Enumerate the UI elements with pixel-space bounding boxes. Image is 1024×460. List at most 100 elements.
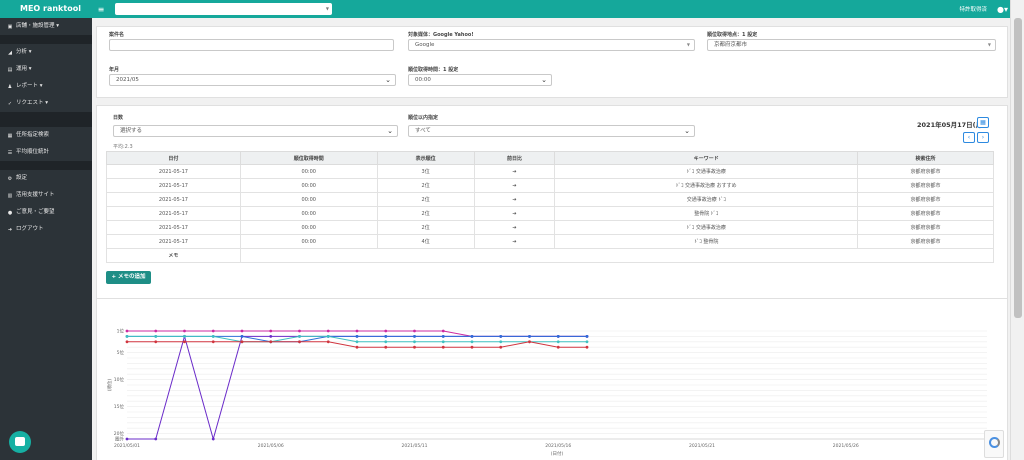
data-point — [585, 340, 589, 344]
add-memo-button[interactable]: + メモの追加 — [106, 271, 151, 284]
data-point — [154, 335, 158, 338]
sidebar-item-logout[interactable]: ➜ ログアウト — [0, 221, 92, 238]
chevron-down-icon: ⌄ — [385, 76, 391, 84]
sidebar-item-operation[interactable]: ▤ 運用 ▾ — [0, 61, 92, 78]
series-line — [127, 334, 587, 441]
data-point — [298, 335, 301, 338]
data-point — [384, 335, 388, 338]
data-point — [528, 335, 531, 338]
average-rank: 平均:2.3 — [113, 144, 133, 150]
data-point — [183, 335, 186, 338]
data-point — [326, 329, 330, 333]
x-tick-label: 2021/05/06 — [258, 443, 284, 449]
data-point — [441, 345, 445, 349]
main-content: 案件名 対象媒体：Google Yahoo! Google ▼ 順位取得地点：1 … — [96, 18, 1010, 460]
y-tick-label: 1位 — [117, 328, 125, 335]
sidebar-item-settings[interactable]: ⚙ 設定 — [0, 170, 92, 187]
chat-icon[interactable] — [9, 431, 31, 453]
memo-row: メモ — [106, 248, 995, 263]
menu-toggle-icon[interactable]: ≡ — [94, 5, 108, 14]
calendar-view-icon[interactable]: ▦ — [977, 117, 989, 128]
table-row: 2021-05-17 00:00 4位 ➔ ﾄﾞｺ 整骨院 京都府京都市 — [106, 234, 994, 249]
brand-logo[interactable]: MEO ranktool — [0, 0, 92, 18]
data-point — [499, 335, 503, 338]
y-tick-label: 10位 — [114, 376, 125, 383]
rank-table: 日付 順位取得時間 表示順位 前日比 キーワード 検索住所 2021-05-17… — [106, 151, 995, 263]
y-axis-label: (順位) — [106, 379, 113, 392]
rank-filter-select[interactable]: すべて ⌄ — [408, 125, 695, 137]
col-address: 検索住所 — [857, 151, 994, 165]
days-select[interactable]: 選択する ⌄ — [113, 125, 398, 137]
arrow-right-icon: ➔ — [473, 178, 556, 193]
data-point — [441, 329, 445, 333]
sidebar-item-store[interactable]: ▣ 店舗・施設管理 ▾ — [0, 18, 92, 35]
store-selector[interactable]: ▼ — [115, 3, 332, 15]
data-point — [240, 340, 244, 344]
days-label: 日数 — [113, 115, 124, 121]
data-point — [384, 329, 388, 333]
rank-filter-label: 順位以内指定 — [408, 115, 439, 121]
data-point — [125, 437, 129, 441]
month-select[interactable]: 2021/05 ⌄ — [109, 74, 396, 86]
col-rank: 表示順位 — [376, 151, 475, 165]
data-point — [326, 335, 330, 338]
sidebar-item-average-rank[interactable]: ☰ 平均順位統計 — [0, 144, 92, 161]
data-point — [499, 340, 503, 344]
data-point — [125, 340, 129, 344]
data-point — [585, 345, 589, 349]
data-point — [240, 329, 244, 333]
table-header-row: 日付 順位取得時間 表示順位 前日比 キーワード 検索住所 — [106, 151, 994, 165]
sidebar-item-analysis[interactable]: ◢ 分析 ▾ — [0, 44, 92, 61]
sidebar-divider — [0, 161, 92, 170]
scrollbar[interactable] — [1010, 0, 1024, 460]
next-day-icon[interactable]: › — [977, 132, 989, 143]
table-row: 2021-05-17 00:00 3位 ➔ ﾄﾞｺ 交通事故治療 京都府京都市 — [106, 164, 994, 179]
memo-cell[interactable] — [239, 248, 995, 263]
data-point — [154, 340, 158, 344]
location-label: 順位取得地点：1 設定 — [707, 32, 758, 38]
location-select[interactable]: 京都府京都市 ▼ — [707, 39, 996, 51]
store-name-input[interactable] — [109, 39, 394, 51]
filter-card: 案件名 対象媒体：Google Yahoo! Google ▼ 順位取得地点：1 … — [96, 26, 1008, 98]
data-point — [441, 340, 445, 344]
book-icon: ▥ — [7, 192, 13, 199]
scrollbar-thumb[interactable] — [1014, 18, 1022, 318]
data-point — [240, 335, 244, 338]
chart-card: 1位 5位 10位 15位 20位 圏外 2021/05/01 2021/05/06 2021/… — [96, 298, 1008, 460]
user-icon[interactable]: ●▾ — [997, 5, 1008, 14]
data-point — [355, 335, 359, 338]
rank-chart: 1位 5位 10位 15位 20位圏外2021/05/01 2021/05/06 2021/… — [106, 328, 992, 458]
chevron-down-icon: ▼ — [686, 42, 690, 47]
sidebar-item-address-search[interactable]: ▦ 任所指定検索 — [0, 127, 92, 144]
month-label: 年月 — [109, 67, 120, 73]
data-point — [154, 437, 158, 441]
sidebar-item-request[interactable]: ✓ リクエスト ▾ — [0, 95, 92, 112]
data-point — [355, 329, 359, 333]
data-point — [384, 340, 388, 344]
table-row: 2021-05-17 00:00 2位 ➔ 交通事故治療 ﾄﾞｺ 京都府京都市 — [106, 192, 994, 207]
data-point — [269, 335, 273, 338]
arrow-right-icon: ➔ — [473, 206, 556, 221]
memo-label: メモ — [106, 248, 241, 263]
sidebar-item-feedback[interactable]: ● ご意見・ご要望 — [0, 204, 92, 221]
company-name: 特許取得済 — [959, 7, 987, 13]
data-point — [528, 340, 531, 344]
data-point — [556, 335, 560, 338]
time-select[interactable]: 00:00 ⌄ — [408, 74, 552, 86]
sidebar-divider — [0, 35, 92, 44]
sidebar-divider — [0, 112, 92, 127]
media-select[interactable]: Google ▼ — [408, 39, 695, 51]
chevron-down-icon: ⌄ — [684, 127, 690, 135]
sidebar-item-report[interactable]: ♟ レポート ▾ — [0, 78, 92, 95]
logout-icon: ➜ — [7, 226, 13, 233]
recaptcha-badge[interactable] — [984, 430, 1004, 458]
sidebar-item-support-site[interactable]: ▥ 活用支援サイト — [0, 187, 92, 204]
table-row: 2021-05-17 00:00 2位 ➔ 整骨院 ﾄﾞｺ 京都府京都市 — [106, 206, 994, 221]
col-date: 日付 — [106, 151, 241, 165]
x-tick-label: 2021/05/01 — [114, 443, 140, 449]
chevron-down-icon: ▼ — [325, 6, 329, 11]
prev-day-icon[interactable]: ‹ — [963, 132, 975, 143]
data-point — [413, 329, 416, 333]
data-point — [556, 340, 560, 344]
top-right: 特許取得済 ●▾ — [959, 0, 1008, 18]
